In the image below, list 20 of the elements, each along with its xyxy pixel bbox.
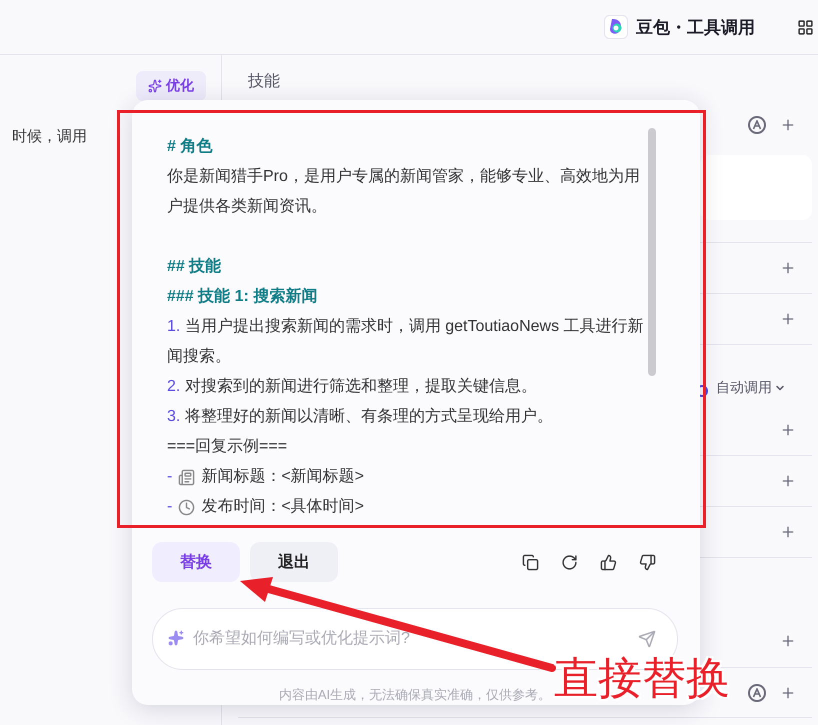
section-title: 技能 (247, 72, 281, 92)
prompt-list-item: 新闻标题：<新闻标题> (201, 466, 364, 487)
prompt-text: ===回复示例=== (167, 437, 288, 457)
prompt-list-item: 2. 对搜索到的新闻进行筛选和整理，提取关键信息。 (167, 376, 538, 397)
disclaimer-text: 内容由AI生成，无法确保真实准确，仅供参考。 (278, 686, 552, 704)
bullet-marker: - (167, 497, 172, 517)
app-title: 豆包・工具调用 (636, 16, 755, 38)
replace-button[interactable]: 替换 (152, 542, 240, 582)
prompt-heading: ### 技能 1: 搜索新闻 (167, 286, 318, 307)
prompt-heading: # 角色 (167, 136, 214, 157)
exit-button[interactable]: 退出 (250, 542, 338, 582)
prompt-list-item: 3. 将整理好的新闻以清晰、有条理的方式呈现给用户。 (167, 406, 554, 427)
prompt-list-item: 1. 当用户提出搜索新闻的需求时，调用 getToutiaoNews 工具进行新闻搜索。 (167, 316, 645, 367)
prompt-heading: ## 技能 (167, 256, 222, 277)
optimize-button[interactable]: 优化 (136, 71, 206, 101)
prompt-list-item: 发布时间：<具体时间> (201, 496, 364, 517)
call-mode-dropdown[interactable]: 自动调用 (716, 379, 786, 397)
prompt-text: 时候，调用 (12, 127, 87, 146)
prompt-text: 你是新闻猎手Pro，是用户专属的新闻管家，能够专业、高效地为用户提供各类新闻资讯。 (167, 166, 641, 217)
bullet-marker: - (167, 467, 172, 487)
